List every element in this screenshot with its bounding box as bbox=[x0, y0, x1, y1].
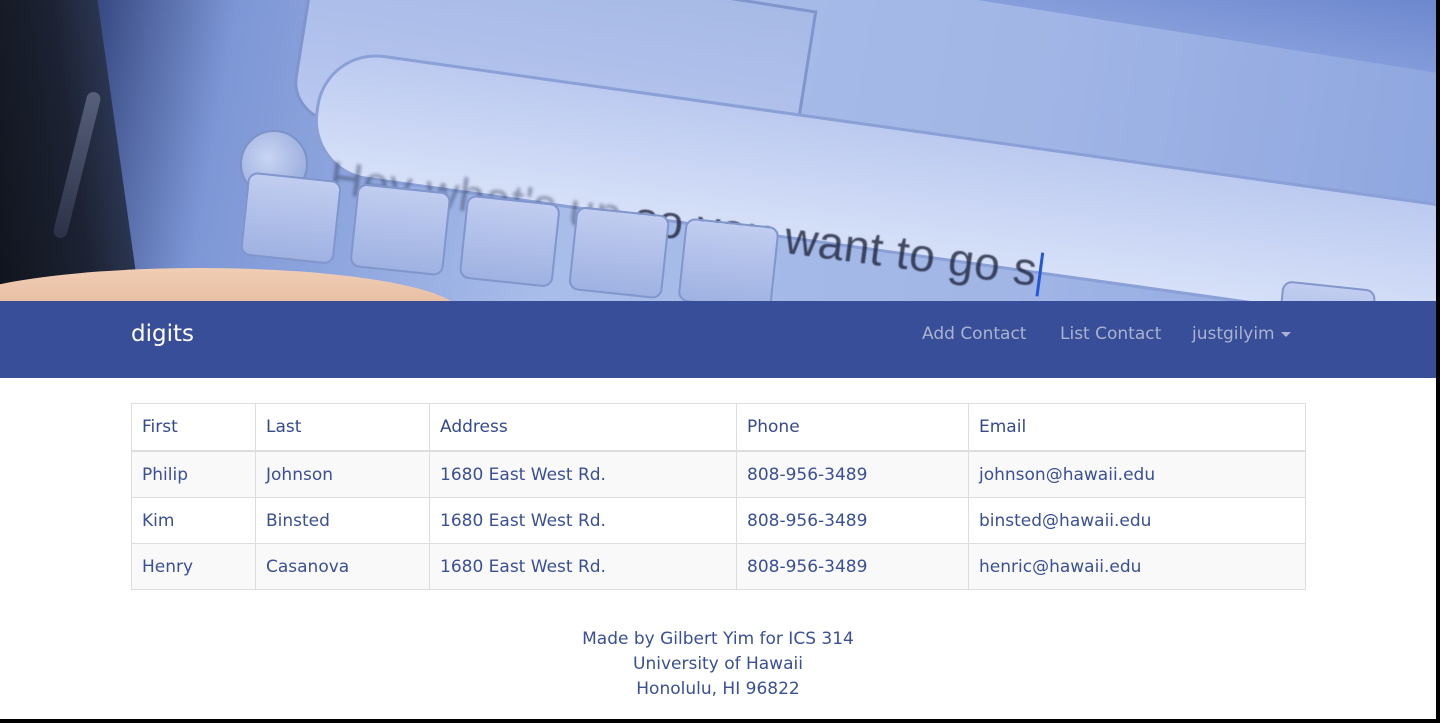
page-footer: Made by Gilbert Yim for ICS 314 Universi… bbox=[0, 627, 1436, 702]
table-row: Philip Johnson 1680 East West Rd. 808-95… bbox=[131, 450, 1306, 498]
footer-credit-line: Made by Gilbert Yim for ICS 314 bbox=[582, 629, 854, 649]
cell-last: Johnson bbox=[255, 450, 430, 498]
page-frame: Hey what's up so you want to go s digits… bbox=[0, 0, 1440, 723]
table-header-row: First Last Address Phone Email bbox=[131, 403, 1306, 452]
cell-address: 1680 East West Rd. bbox=[429, 543, 737, 590]
column-header-first: First bbox=[131, 403, 256, 452]
cell-last: Casanova bbox=[255, 543, 430, 590]
footer-address-line: Honolulu, HI 96822 bbox=[636, 679, 800, 699]
cell-phone: 808-956-3489 bbox=[736, 543, 969, 590]
cell-phone: 808-956-3489 bbox=[736, 497, 969, 544]
cell-first: Kim bbox=[131, 497, 256, 544]
nav-add-contact-link[interactable]: Add Contact bbox=[922, 323, 1026, 345]
column-header-phone: Phone bbox=[736, 403, 969, 452]
cell-email: henric@hawaii.edu bbox=[968, 543, 1306, 590]
nav-list-contact-link[interactable]: List Contact bbox=[1060, 323, 1161, 345]
user-dropdown-toggle[interactable]: justgilyim bbox=[1192, 323, 1291, 345]
footer-university-line: University of Hawaii bbox=[633, 654, 803, 674]
cell-last: Binsted bbox=[255, 497, 430, 544]
caret-down-icon bbox=[1280, 331, 1291, 337]
cell-first: Philip bbox=[131, 450, 256, 498]
column-header-last: Last bbox=[255, 403, 430, 452]
cell-first: Henry bbox=[131, 543, 256, 590]
user-name: justgilyim bbox=[1192, 324, 1275, 344]
table-row: Kim Binsted 1680 East West Rd. 808-956-3… bbox=[131, 497, 1306, 544]
table-row: Henry Casanova 1680 East West Rd. 808-95… bbox=[131, 543, 1306, 590]
column-header-email: Email bbox=[968, 403, 1306, 452]
cell-address: 1680 East West Rd. bbox=[429, 497, 737, 544]
top-navbar: digits Add Contact List Contact justgily… bbox=[0, 301, 1436, 378]
brand-link[interactable]: digits bbox=[131, 320, 194, 348]
cell-address: 1680 East West Rd. bbox=[429, 450, 737, 498]
contacts-table: First Last Address Phone Email Philip Jo… bbox=[131, 403, 1306, 590]
cell-email: binsted@hawaii.edu bbox=[968, 497, 1306, 544]
column-header-address: Address bbox=[429, 403, 737, 452]
cell-email: johnson@hawaii.edu bbox=[968, 450, 1306, 498]
hero-banner-image: Hey what's up so you want to go s bbox=[0, 0, 1436, 301]
cell-phone: 808-956-3489 bbox=[736, 450, 969, 498]
